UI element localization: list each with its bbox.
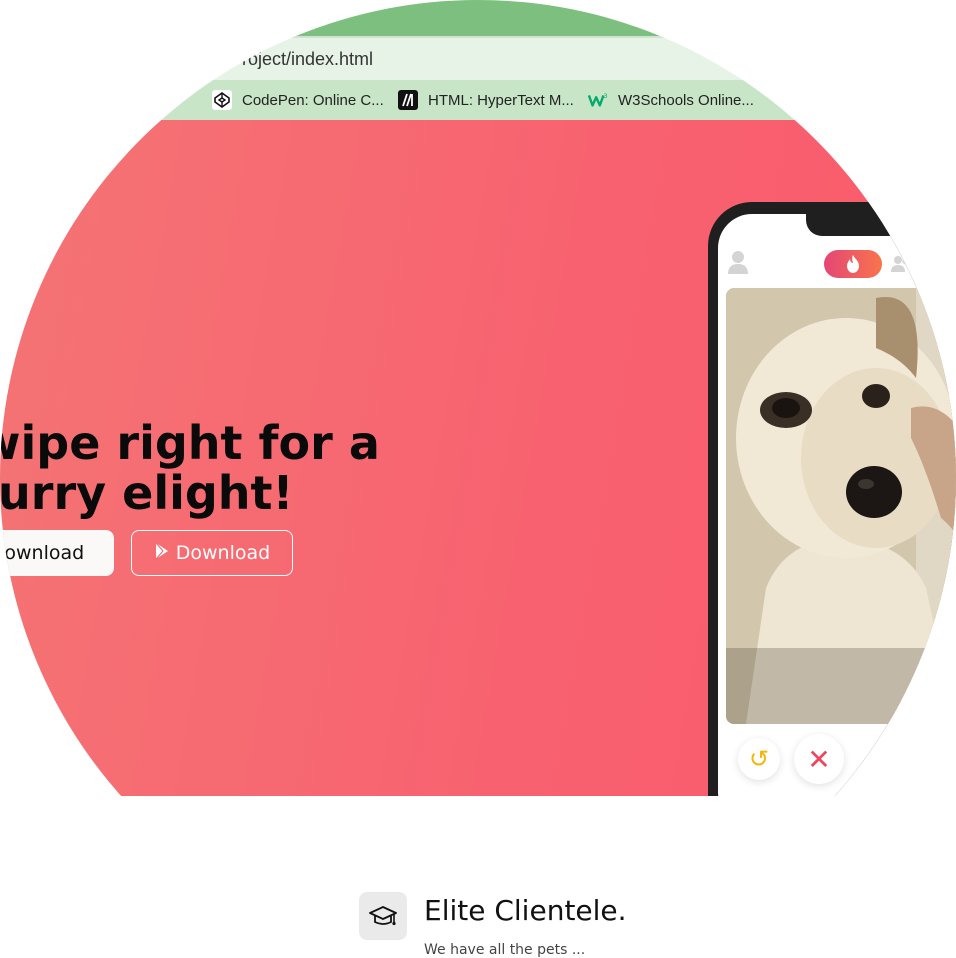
button-label: Download: [175, 542, 271, 564]
bookmark-label: CodePen: Online C...: [242, 91, 384, 109]
bookmark-label: ...: [160, 91, 173, 109]
phone-screen: ↺ ✕: [718, 214, 956, 796]
bookmark-item[interactable]: ...: [160, 88, 173, 112]
button-label: Download: [0, 542, 85, 564]
bookmark-w3schools[interactable]: 3 W3Schools Online...: [588, 88, 754, 112]
hero-headline: wipe right for a furry elight!: [0, 416, 380, 520]
hero-section: wipe right for a furry elight! Download …: [0, 120, 956, 796]
bookmark-mdn[interactable]: HTML: HyperText M...: [398, 88, 574, 112]
feature-title: Elite Clientele.: [424, 894, 627, 927]
phone-notch: [806, 214, 956, 236]
rewind-icon[interactable]: ↺: [738, 738, 780, 780]
social-icon[interactable]: [890, 254, 914, 274]
codepen-icon: [212, 90, 232, 110]
dog-photo-card[interactable]: [726, 288, 956, 724]
circular-screenshot-frame: roject/index.html ... CodePen: Online C.…: [0, 0, 956, 956]
bookmark-label: W3Schools Online...: [618, 91, 754, 109]
browser-tab-strip: [0, 0, 956, 36]
profile-icon[interactable]: [728, 250, 748, 274]
bookmarks-bar: ... CodePen: Online C... HTML: HyperText…: [0, 80, 956, 120]
browser-address-bar[interactable]: roject/index.html: [0, 36, 956, 82]
bookmark-codepen[interactable]: CodePen: Online C...: [212, 88, 384, 112]
phone-mockup: ↺ ✕: [708, 202, 956, 796]
download-app-store-button[interactable]: Download: [0, 530, 114, 576]
google-play-icon: [154, 542, 170, 564]
mdn-icon: [398, 90, 418, 110]
flame-icon[interactable]: [824, 250, 882, 278]
svg-text:3: 3: [603, 93, 607, 100]
address-url[interactable]: roject/index.html: [242, 49, 373, 70]
download-google-play-button[interactable]: Download: [131, 530, 293, 576]
w3schools-icon: 3: [588, 90, 608, 110]
bookmark-label: HTML: HyperText M...: [428, 91, 574, 109]
graduation-cap-icon: [359, 892, 407, 940]
nope-icon[interactable]: ✕: [794, 734, 844, 784]
